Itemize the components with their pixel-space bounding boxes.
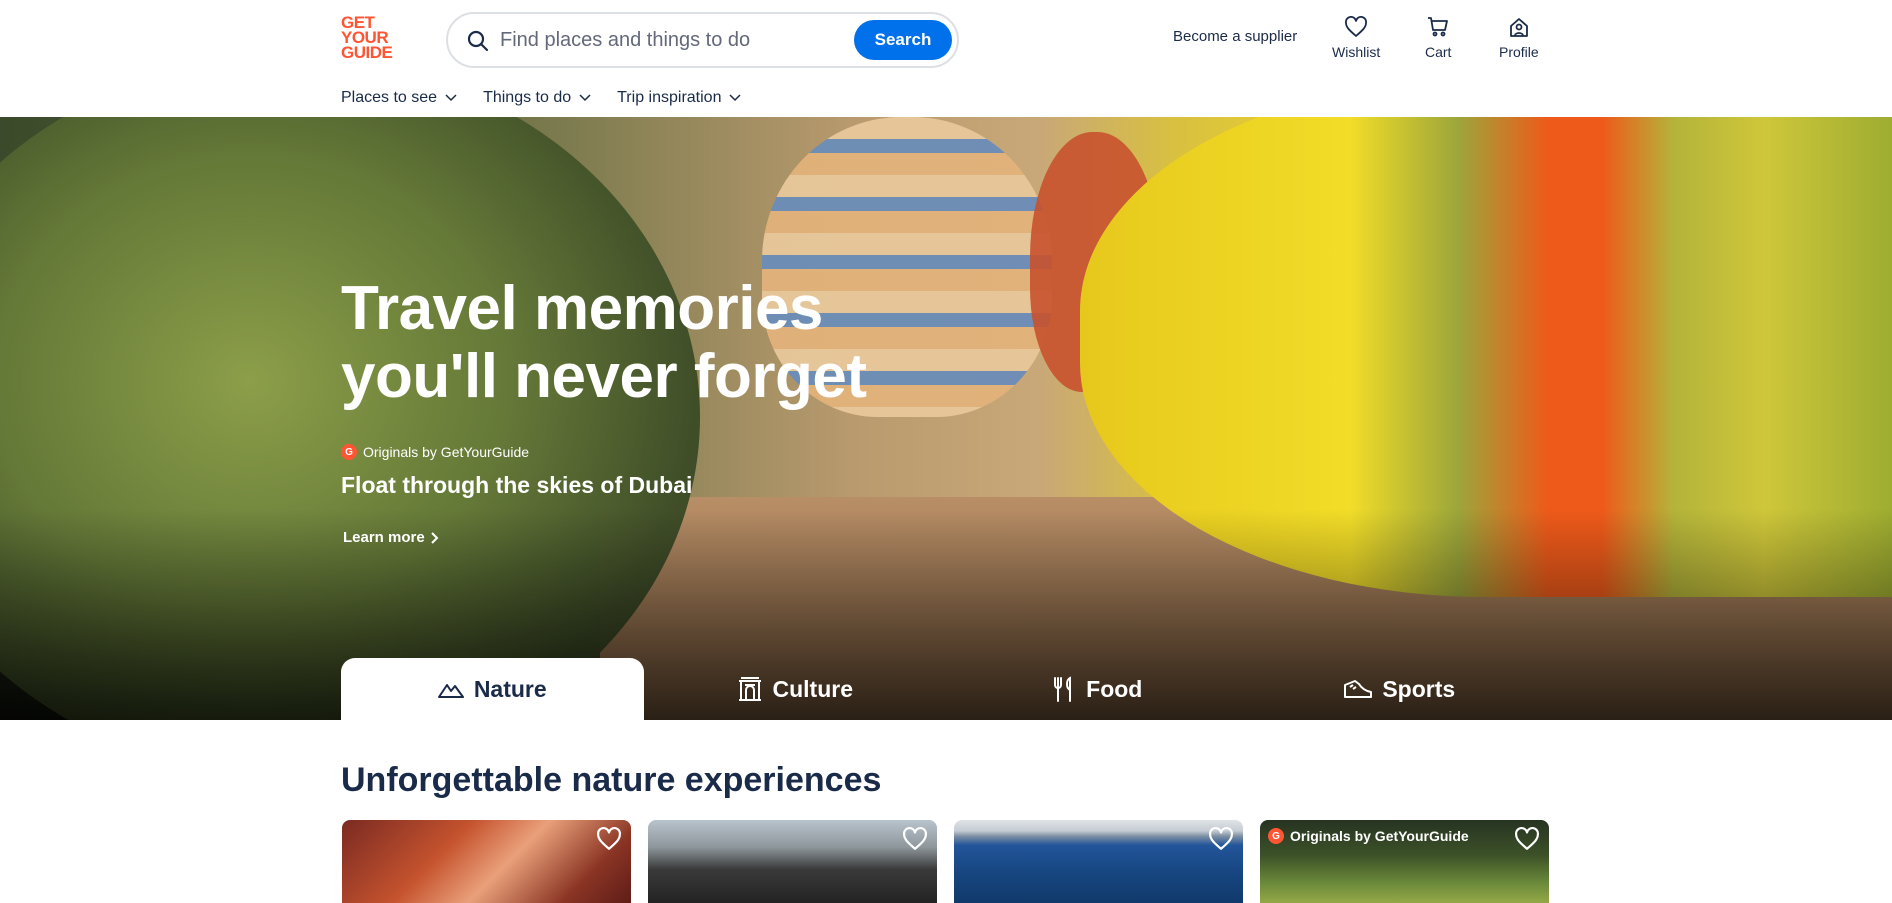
- tab-nature-label: Nature: [473, 675, 547, 702]
- search-icon: [467, 30, 489, 52]
- sneaker-icon: [1344, 680, 1373, 698]
- tab-culture-label: Culture: [772, 675, 854, 702]
- originals-label: G Originals by GetYourGuide: [341, 444, 529, 460]
- hero-banner: Travel memories you'll never forget G Or…: [0, 117, 1892, 720]
- card-originals-label: G Originals by GetYourGuide: [1268, 828, 1469, 844]
- hero-title-line-1: Travel memories: [341, 274, 823, 343]
- learn-more-link[interactable]: Learn more: [343, 529, 439, 546]
- heart-icon[interactable]: [1514, 826, 1540, 852]
- originals-badge-icon: G: [1268, 828, 1284, 844]
- learn-more-label: Learn more: [343, 529, 425, 546]
- hero-shade: [0, 117, 1892, 720]
- tab-sports[interactable]: Sports: [1249, 658, 1552, 720]
- nav-trip-inspiration-label: Trip inspiration: [617, 89, 722, 106]
- nav-trip-inspiration[interactable]: Trip inspiration: [617, 89, 741, 107]
- tab-food[interactable]: Food: [946, 658, 1249, 720]
- wishlist-button[interactable]: Wishlist: [1332, 16, 1380, 60]
- category-tabs: Nature Culture Food Sports: [341, 658, 1551, 720]
- experience-card[interactable]: G Originals by GetYourGuide: [1260, 820, 1549, 903]
- chevron-down-icon: [445, 94, 457, 102]
- heart-icon[interactable]: [596, 826, 622, 852]
- hero-title-line-2: you'll never forget: [341, 342, 867, 411]
- profile-icon: [1509, 18, 1528, 37]
- heart-icon[interactable]: [1208, 826, 1234, 852]
- top-header: GET YOUR GUIDE Search Become a supplier …: [0, 0, 1892, 117]
- heart-icon: [1345, 16, 1368, 37]
- monument-icon: [738, 677, 761, 701]
- search-bar: Search: [446, 12, 959, 68]
- nav-places-to-see-label: Places to see: [341, 89, 438, 106]
- profile-button[interactable]: Profile: [1499, 16, 1539, 60]
- section-title: Unforgettable nature experiences: [341, 761, 882, 799]
- tab-nature[interactable]: Nature: [341, 658, 644, 720]
- hero-title: Travel memories you'll never forget: [341, 275, 961, 411]
- experience-card[interactable]: [954, 820, 1243, 903]
- originals-badge-icon: G: [341, 444, 357, 460]
- getyourguide-logo[interactable]: GET YOUR GUIDE: [341, 14, 401, 62]
- cart-icon: [1428, 17, 1449, 37]
- experience-card[interactable]: [648, 820, 937, 903]
- search-button[interactable]: Search: [854, 20, 952, 60]
- tab-culture[interactable]: Culture: [644, 658, 947, 720]
- cart-button[interactable]: Cart: [1425, 16, 1451, 60]
- heart-icon[interactable]: [902, 826, 928, 852]
- logo-line-3: GUIDE: [341, 43, 393, 62]
- utensils-icon: [1054, 676, 1072, 702]
- experience-card[interactable]: [342, 820, 631, 903]
- search-input[interactable]: [500, 23, 830, 57]
- hero-subtitle: Float through the skies of Dubai: [341, 472, 693, 498]
- mountain-icon: [437, 684, 464, 698]
- nav-things-to-do-label: Things to do: [483, 89, 572, 106]
- card-originals-text: Originals by GetYourGuide: [1290, 828, 1469, 844]
- nav-things-to-do[interactable]: Things to do: [483, 89, 591, 107]
- originals-text: Originals by GetYourGuide: [363, 444, 530, 460]
- tab-sports-label: Sports: [1382, 675, 1456, 702]
- nav-places-to-see[interactable]: Places to see: [341, 89, 457, 107]
- chevron-down-icon: [729, 94, 741, 102]
- experience-cards: G Originals by GetYourGuide: [342, 820, 1549, 903]
- tab-food-label: Food: [1086, 675, 1143, 702]
- profile-label: Profile: [1499, 44, 1539, 60]
- become-supplier-link[interactable]: Become a supplier: [1173, 28, 1297, 45]
- chevron-down-icon: [579, 94, 591, 102]
- cart-label: Cart: [1425, 44, 1452, 60]
- wishlist-label: Wishlist: [1332, 44, 1381, 60]
- sub-navigation: Places to see Things to do Trip inspirat…: [341, 89, 741, 107]
- chevron-right-icon: [430, 531, 439, 544]
